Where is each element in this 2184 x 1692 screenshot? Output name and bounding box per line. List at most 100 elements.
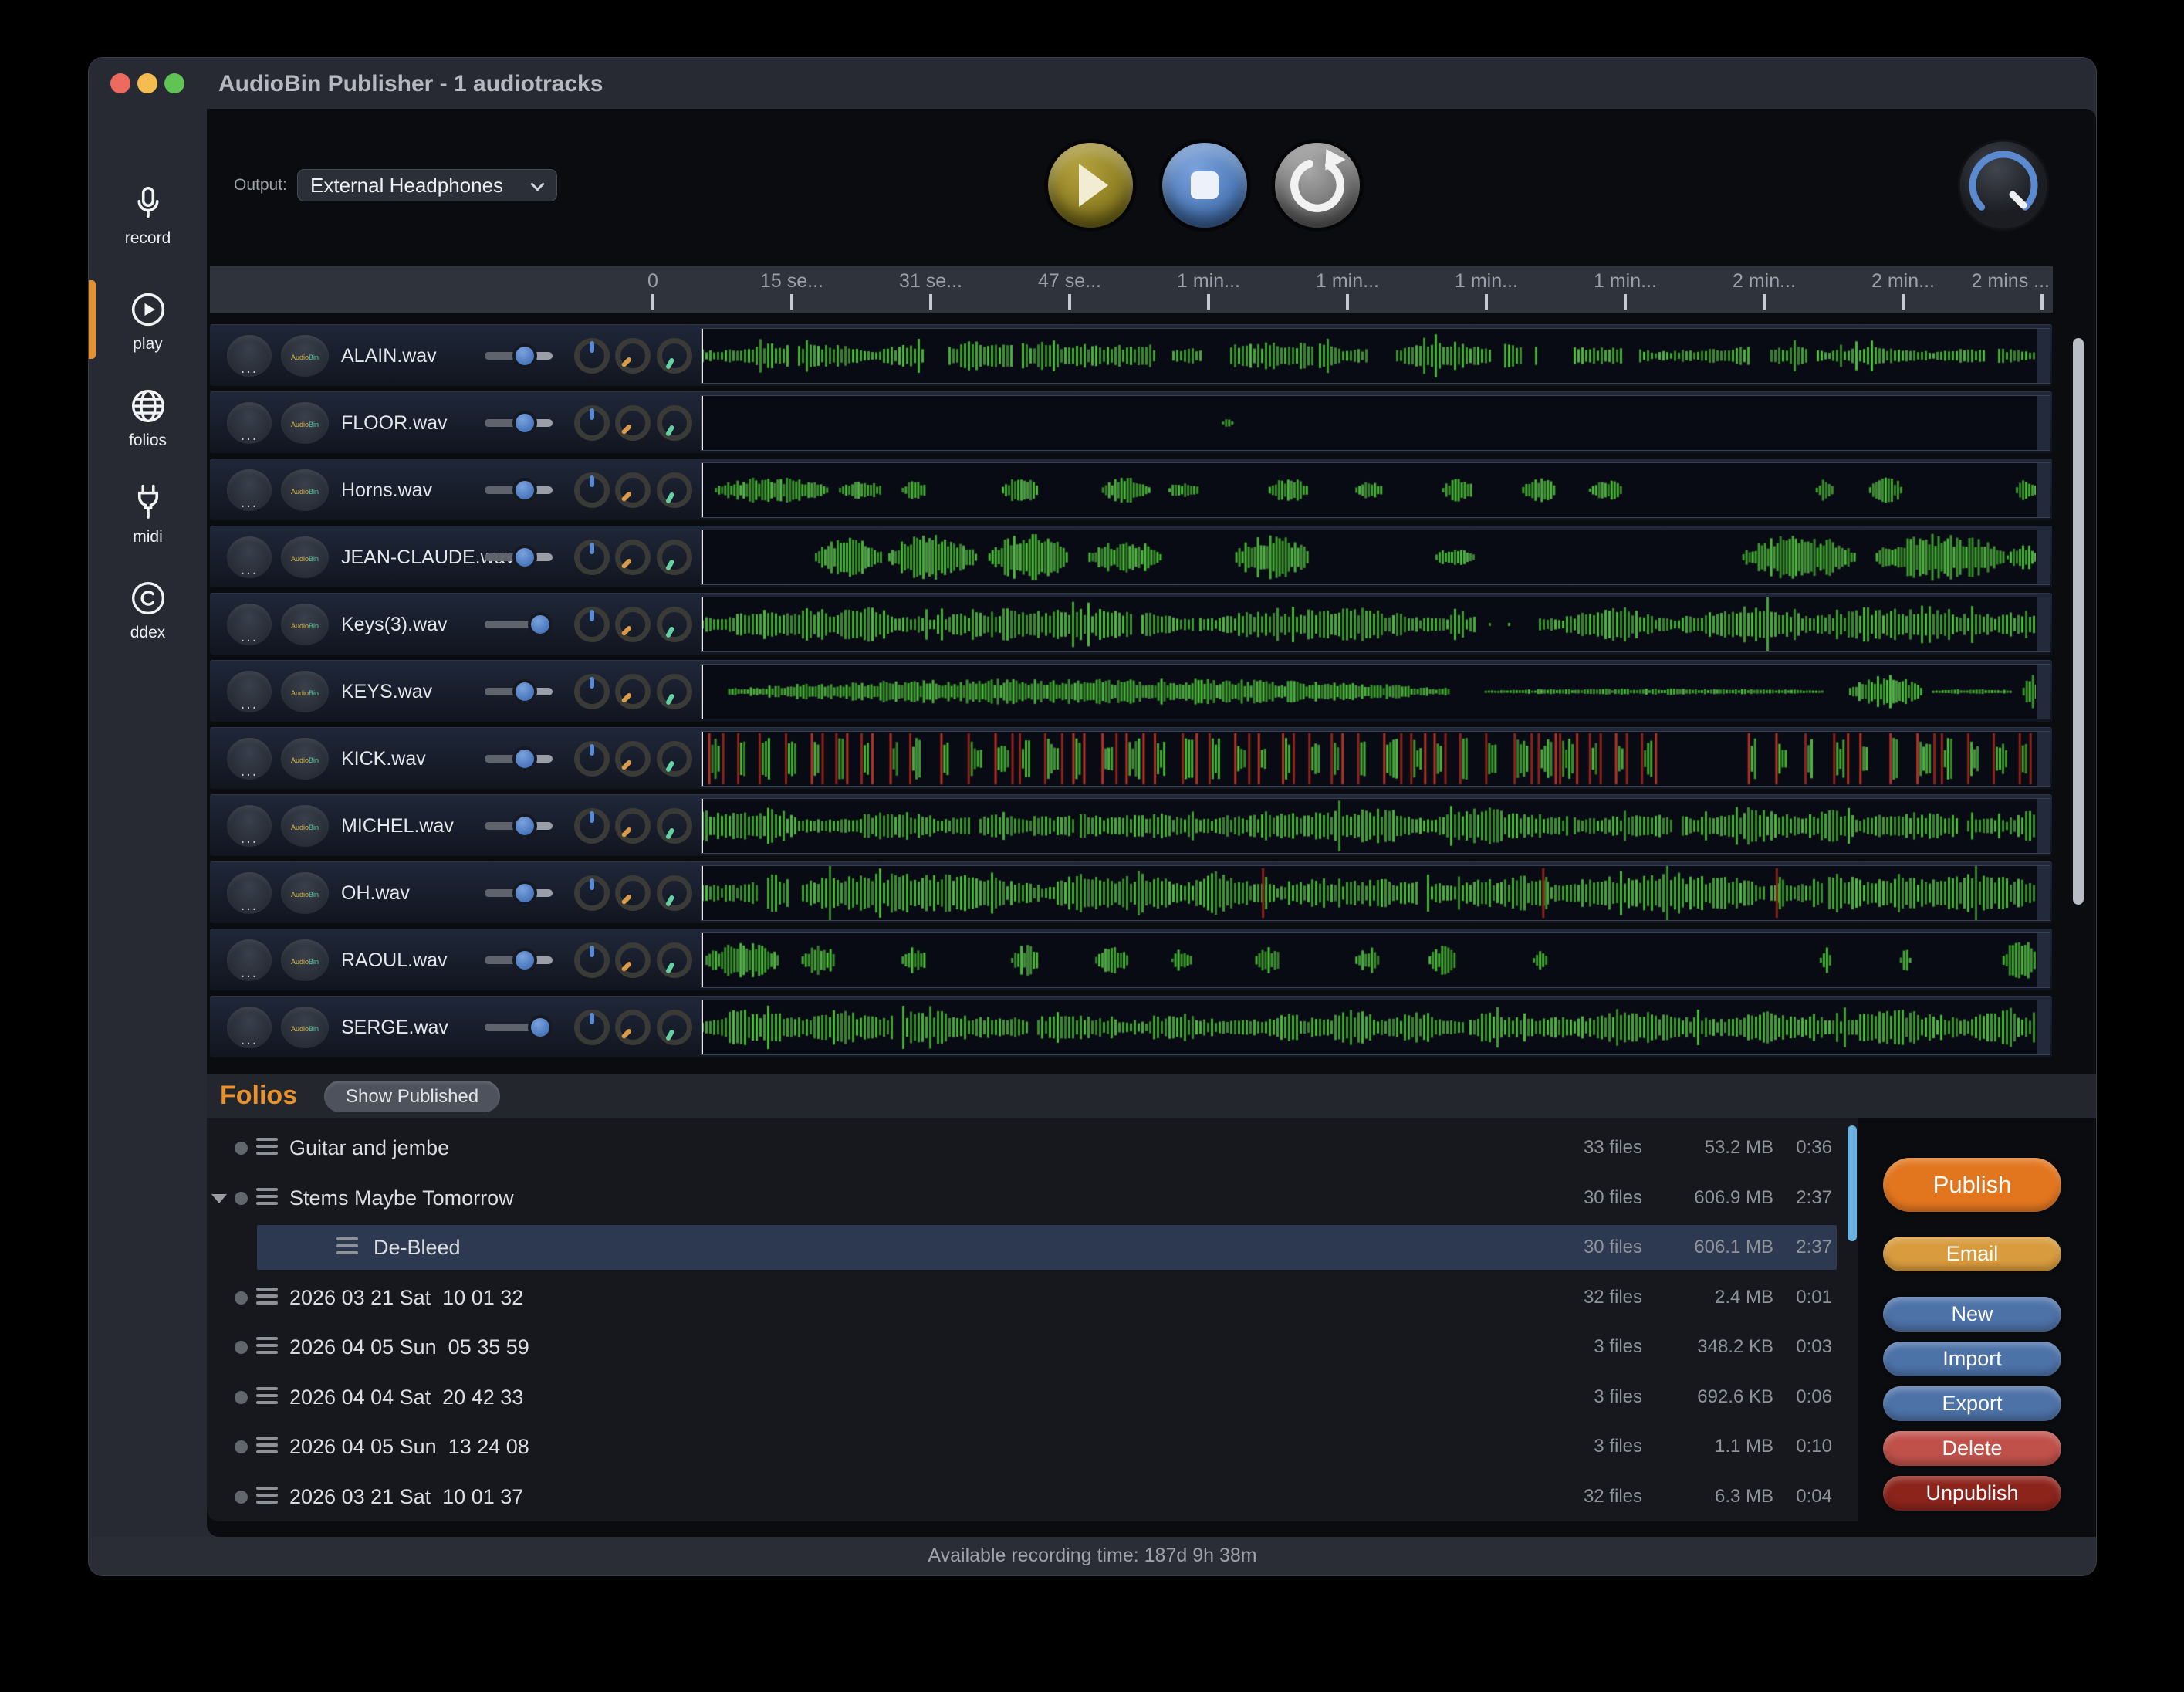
track-audiobin-button[interactable]: AudioBin <box>281 671 329 712</box>
slider-thumb[interactable] <box>512 545 537 570</box>
knob-blue-knob[interactable] <box>574 741 610 777</box>
track-volume-slider[interactable] <box>485 621 553 628</box>
knob-teal-knob[interactable] <box>657 741 692 777</box>
track-more-button[interactable]: ... <box>227 1007 272 1048</box>
knob-blue-knob[interactable] <box>574 607 610 642</box>
folio-row[interactable]: 2026 04 05 Sun 13 24 083 files1.1 MB0:10 <box>207 1424 1858 1469</box>
track-audiobin-button[interactable]: AudioBin <box>281 604 329 645</box>
timeline-ruler[interactable]: 015 se...31 se...47 se...1 min...1 min..… <box>210 266 2053 313</box>
track-audiobin-button[interactable]: AudioBin <box>281 805 329 847</box>
knob-blue-knob[interactable] <box>574 1010 610 1045</box>
export-button[interactable]: Export <box>1883 1386 2061 1421</box>
import-button[interactable]: Import <box>1883 1342 2061 1376</box>
folio-row[interactable]: 2026 04 04 Sat 20 42 333 files692.6 KB0:… <box>207 1375 1858 1420</box>
track-volume-slider[interactable] <box>485 755 553 763</box>
knob-teal-knob[interactable] <box>657 808 692 844</box>
track-more-button[interactable]: ... <box>227 738 272 780</box>
drag-handle-icon[interactable] <box>256 1188 278 1208</box>
track-volume-slider[interactable] <box>485 486 553 494</box>
folio-row[interactable]: 2026 03 21 Sat 10 01 3732 files6.3 MB0:0… <box>207 1474 1858 1519</box>
slider-thumb[interactable] <box>528 1015 553 1040</box>
folio-row[interactable]: 2026 03 21 Sat 10 01 3232 files2.4 MB0:0… <box>207 1275 1858 1320</box>
knob-orange-knob[interactable] <box>615 875 651 911</box>
knob-teal-knob[interactable] <box>657 1010 692 1045</box>
knob-orange-knob[interactable] <box>615 1010 651 1045</box>
track-audiobin-button[interactable]: AudioBin <box>281 402 329 444</box>
track-volume-slider[interactable] <box>485 889 553 897</box>
master-volume-knob[interactable] <box>1956 137 2051 233</box>
knob-teal-knob[interactable] <box>657 674 692 709</box>
folio-row[interactable]: De-Bleed30 files606.1 MB2:37 <box>207 1225 1858 1270</box>
knob-orange-knob[interactable] <box>615 808 651 844</box>
track-more-button[interactable]: ... <box>227 671 272 712</box>
track-volume-slider[interactable] <box>485 956 553 964</box>
play-button[interactable] <box>1048 143 1133 228</box>
track-more-button[interactable]: ... <box>227 402 272 444</box>
drag-handle-icon[interactable] <box>336 1237 358 1257</box>
new-button[interactable]: New <box>1883 1297 2061 1332</box>
track-volume-slider[interactable] <box>485 419 553 427</box>
drag-handle-icon[interactable] <box>256 1138 278 1158</box>
slider-thumb[interactable] <box>528 612 553 637</box>
track-more-button[interactable]: ... <box>227 939 272 981</box>
slider-thumb[interactable] <box>512 814 537 838</box>
drag-handle-icon[interactable] <box>256 1288 278 1308</box>
track-waveform[interactable] <box>701 798 2050 854</box>
track-waveform[interactable] <box>701 530 2050 585</box>
track-waveform[interactable] <box>701 395 2050 451</box>
zoom-window-button[interactable] <box>164 73 184 93</box>
track-more-button[interactable]: ... <box>227 604 272 645</box>
track-waveform[interactable] <box>701 932 2050 988</box>
knob-teal-knob[interactable] <box>657 472 692 508</box>
knob-orange-knob[interactable] <box>615 338 651 374</box>
folio-row[interactable]: Guitar and jembe33 files53.2 MB0:36 <box>207 1125 1858 1170</box>
knob-teal-knob[interactable] <box>657 607 692 642</box>
track-more-button[interactable]: ... <box>227 872 272 914</box>
track-volume-slider[interactable] <box>485 822 553 830</box>
track-waveform[interactable] <box>701 731 2050 787</box>
knob-blue-knob[interactable] <box>574 405 610 441</box>
track-volume-slider[interactable] <box>485 1024 553 1031</box>
track-waveform[interactable] <box>701 462 2050 518</box>
knob-teal-knob[interactable] <box>657 540 692 575</box>
knob-blue-knob[interactable] <box>574 472 610 508</box>
track-audiobin-button[interactable]: AudioBin <box>281 335 329 377</box>
folio-list-scrollbar[interactable] <box>1848 1125 1857 1241</box>
track-more-button[interactable]: ... <box>227 536 272 578</box>
knob-teal-knob[interactable] <box>657 338 692 374</box>
knob-orange-knob[interactable] <box>615 607 651 642</box>
track-more-button[interactable]: ... <box>227 805 272 847</box>
slider-thumb[interactable] <box>512 343 537 368</box>
knob-teal-knob[interactable] <box>657 942 692 978</box>
disclosure-triangle-icon[interactable] <box>211 1194 227 1203</box>
track-audiobin-button[interactable]: AudioBin <box>281 872 329 914</box>
knob-blue-knob[interactable] <box>574 808 610 844</box>
drag-handle-icon[interactable] <box>256 1487 278 1507</box>
track-audiobin-button[interactable]: AudioBin <box>281 738 329 780</box>
track-audiobin-button[interactable]: AudioBin <box>281 469 329 511</box>
knob-orange-knob[interactable] <box>615 741 651 777</box>
track-volume-slider[interactable] <box>485 688 553 695</box>
slider-thumb[interactable] <box>512 881 537 905</box>
drag-handle-icon[interactable] <box>256 1337 278 1357</box>
stop-button[interactable] <box>1162 143 1247 228</box>
folio-row[interactable]: 2026 04 05 Sun 05 35 593 files348.2 KB0:… <box>207 1325 1858 1369</box>
track-volume-slider[interactable] <box>485 553 553 561</box>
track-waveform[interactable] <box>701 597 2050 652</box>
drag-handle-icon[interactable] <box>256 1437 278 1457</box>
unpublish-button[interactable]: Unpublish <box>1883 1476 2061 1511</box>
minimize-window-button[interactable] <box>137 73 157 93</box>
output-device-dropdown[interactable]: External Headphones <box>297 169 557 201</box>
knob-orange-knob[interactable] <box>615 472 651 508</box>
drag-handle-icon[interactable] <box>256 1387 278 1407</box>
track-waveform[interactable] <box>701 865 2050 921</box>
knob-blue-knob[interactable] <box>574 540 610 575</box>
track-volume-slider[interactable] <box>485 352 553 360</box>
track-more-button[interactable]: ... <box>227 335 272 377</box>
slider-thumb[interactable] <box>512 746 537 771</box>
knob-blue-knob[interactable] <box>574 338 610 374</box>
tracks-scrollbar[interactable] <box>2073 338 2084 905</box>
slider-thumb[interactable] <box>512 679 537 704</box>
track-audiobin-button[interactable]: AudioBin <box>281 536 329 578</box>
knob-orange-knob[interactable] <box>615 540 651 575</box>
